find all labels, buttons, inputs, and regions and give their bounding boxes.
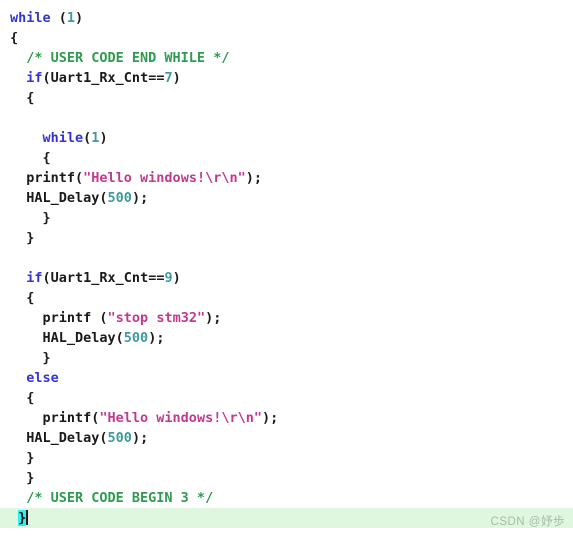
code-token-num: 500 [123, 330, 149, 346]
code-line[interactable]: HAL_Delay(500); [0, 188, 573, 208]
code-line[interactable]: HAL_Delay(500); [0, 428, 573, 448]
code-line[interactable]: } [0, 468, 573, 488]
code-line[interactable]: } [0, 448, 573, 468]
code-token-plain: HAL_Delay( [10, 330, 124, 346]
code-token-plain: (Uart1_Rx_Cnt== [42, 70, 165, 86]
code-token-plain: { [10, 290, 35, 306]
code-token-plain: ) [99, 130, 108, 146]
code-line[interactable]: { [0, 28, 573, 48]
code-line[interactable]: while (1) [0, 8, 573, 28]
code-token-kw: else [26, 370, 59, 386]
code-token-plain: printf( [10, 410, 100, 426]
code-token-plain: (Uart1_Rx_Cnt== [42, 270, 165, 286]
code-line[interactable]: } [0, 348, 573, 368]
code-line[interactable]: else [0, 368, 573, 388]
code-line[interactable]: { [0, 148, 573, 168]
code-token-num: 9 [164, 270, 173, 286]
code-token-plain: printf ( [10, 310, 108, 326]
code-line[interactable] [0, 248, 573, 268]
code-editor[interactable]: while (1){ /* USER CODE END WHILE */ if(… [0, 0, 573, 537]
code-token-plain: ); [245, 170, 262, 186]
code-line[interactable]: } [0, 508, 573, 528]
code-token-plain: ); [205, 310, 222, 326]
code-token-plain: } [10, 350, 51, 366]
code-token-bracket-match: } [18, 510, 27, 526]
code-token-plain: ); [131, 430, 149, 446]
code-token-plain: ); [261, 410, 279, 426]
code-token-plain: } [10, 230, 35, 246]
csdn-watermark: CSDN @妤歩 [490, 516, 565, 528]
code-line[interactable]: } [0, 228, 573, 248]
code-token-plain: { [10, 390, 35, 406]
code-token-kw: if [26, 70, 43, 86]
code-token-str: "stop stm32" [107, 310, 206, 326]
code-token-plain: ); [148, 330, 165, 346]
code-line-list[interactable]: while (1){ /* USER CODE END WHILE */ if(… [0, 8, 573, 528]
code-line[interactable]: { [0, 288, 573, 308]
code-token-kw: while [42, 130, 84, 146]
text-cursor [26, 510, 29, 525]
code-line[interactable]: printf("Hello windows!\r\n"); [0, 168, 573, 188]
code-token-str: "Hello windows!\r\n" [83, 170, 246, 186]
code-line[interactable]: if(Uart1_Rx_Cnt==7) [0, 68, 573, 88]
code-token-plain: ); [131, 190, 149, 206]
code-line[interactable]: printf ("stop stm32"); [0, 308, 573, 328]
code-token-plain: HAL_Delay( [10, 430, 108, 446]
code-line[interactable]: } [0, 208, 573, 228]
code-line[interactable]: if(Uart1_Rx_Cnt==9) [0, 268, 573, 288]
code-token-plain: HAL_Delay( [10, 190, 108, 206]
code-line[interactable]: HAL_Delay(500); [0, 328, 573, 348]
code-line[interactable]: /* USER CODE END WHILE */ [0, 48, 573, 68]
code-token-num: 1 [66, 10, 76, 26]
code-token-kw: while [10, 10, 51, 26]
code-line[interactable]: while(1) [0, 128, 573, 148]
code-token-plain: } [10, 210, 51, 226]
code-line[interactable]: { [0, 88, 573, 108]
code-token-cmt: /* USER CODE BEGIN 3 */ [10, 490, 214, 506]
code-token-plain: ( [50, 10, 67, 26]
code-token-plain: } [10, 470, 35, 486]
code-line[interactable] [0, 108, 573, 128]
code-token-plain: ) [75, 10, 84, 26]
code-token-num: 500 [107, 430, 132, 446]
code-token-cmt: /* USER CODE END WHILE */ [10, 50, 230, 66]
code-line[interactable]: printf("Hello windows!\r\n"); [0, 408, 573, 428]
code-token-kw: if [26, 270, 43, 286]
code-line[interactable]: { [0, 388, 573, 408]
code-token-num: 500 [107, 190, 132, 206]
code-token-plain: { [10, 30, 19, 46]
code-line[interactable]: /* USER CODE BEGIN 3 */ [0, 488, 573, 508]
code-token-num: 7 [164, 70, 173, 86]
code-token-plain: ) [172, 70, 181, 86]
code-token-plain: { [10, 150, 51, 166]
code-token-plain: } [10, 450, 35, 466]
code-token-plain: { [10, 90, 35, 106]
code-token-str: "Hello windows!\r\n" [99, 410, 262, 426]
code-token-plain: printf( [10, 170, 84, 186]
code-token-plain: ) [172, 270, 181, 286]
